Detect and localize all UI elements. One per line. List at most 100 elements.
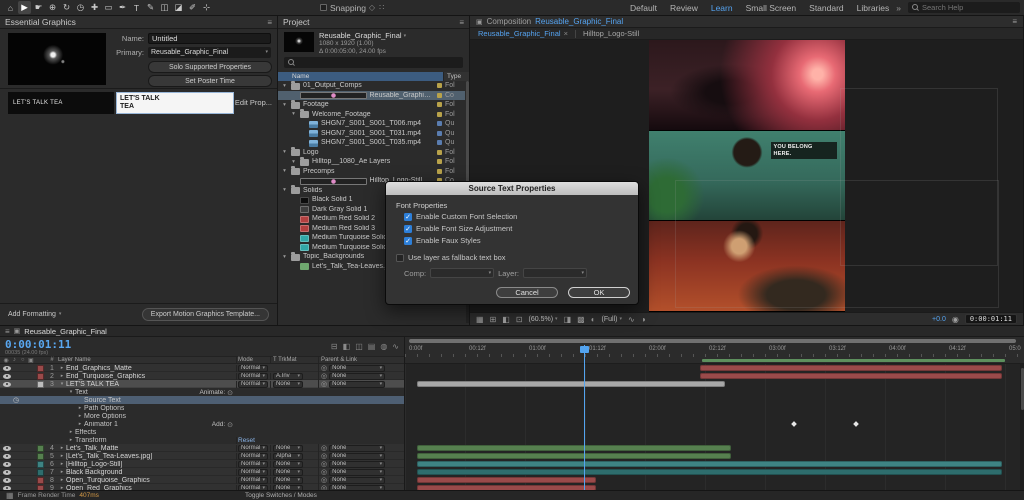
time-navigator-bar[interactable] (409, 339, 1016, 343)
layer-label-chip[interactable] (36, 476, 44, 484)
twirl-closed-icon[interactable]: ▸ (58, 477, 66, 483)
snap-edges-icon[interactable]: ◇ (369, 3, 375, 12)
label-color-chip[interactable] (437, 159, 442, 165)
twirl-closed-icon[interactable]: ▸ (76, 413, 84, 419)
timeline-property-row[interactable]: ◷ Source Text (0, 396, 404, 404)
layer-duration-bar[interactable] (417, 453, 731, 459)
project-item[interactable]: ▾ Logo Fol (278, 147, 465, 158)
pick-whip-icon[interactable]: ◎ (321, 444, 327, 452)
timeline-layer-row[interactable]: 5 ▸ [Let's_Talk_Tea-Leaves.jpg] Normal ▾ Alph… (0, 452, 404, 460)
timeline-track-row[interactable] (405, 404, 1020, 412)
frame-blending-icon[interactable]: ▤ (368, 342, 376, 351)
name-input[interactable] (148, 33, 271, 44)
label-color-chip[interactable] (437, 149, 442, 155)
exposure-icon[interactable]: ◑ (641, 315, 646, 324)
timeline-layer-row[interactable]: 8 ▸ Open_Turquoise_Graphics Normal ▾ None ▾ ◎ No… (0, 476, 404, 484)
twirl-closed-icon[interactable]: ▸ (58, 445, 66, 451)
timeline-track-row[interactable] (405, 380, 1020, 388)
target-icon[interactable]: ⊙ (227, 389, 233, 396)
viewer-tab-2[interactable]: Hilltop_Logo-Still (583, 29, 639, 38)
hand-tool-icon[interactable]: ☛ (32, 1, 45, 14)
twirl-closed-icon[interactable]: ▸ (58, 365, 66, 371)
motion-blur-icon[interactable]: ◍ (380, 342, 387, 351)
playhead-line[interactable] (584, 345, 585, 490)
timeline-track-row[interactable] (405, 428, 1020, 436)
keyframe-diamond[interactable] (791, 421, 798, 427)
layer-dropdown[interactable]: ▾ (522, 268, 587, 278)
timeline-track-row[interactable] (405, 468, 1020, 476)
safe-margins-icon[interactable]: ◨ (564, 315, 572, 324)
label-color-chip[interactable] (437, 92, 442, 98)
label-color-chip[interactable] (437, 102, 442, 108)
layer-duration-bar[interactable] (417, 469, 1002, 475)
camera-snapshot-icon[interactable]: ◉ (952, 315, 959, 324)
layer-label-chip[interactable] (36, 364, 44, 372)
mode-dropdown[interactable]: Normal ▾ (238, 444, 268, 452)
help-search-input[interactable] (922, 3, 1016, 12)
mode-dropdown[interactable]: Normal ▾ (238, 364, 268, 372)
project-item[interactable]: ▾ 01_Output_Comps Fol (278, 81, 465, 91)
snap-features-icon[interactable]: ∷ (379, 3, 384, 12)
timeline-track-row[interactable] (405, 476, 1020, 484)
visibility-eye-icon[interactable] (3, 453, 11, 459)
twirl-open-icon[interactable]: ▾ (67, 389, 75, 395)
home-icon[interactable]: ⌂ (4, 1, 17, 14)
workspace-tab-standard[interactable]: Standard (809, 3, 844, 13)
work-area-bar[interactable] (702, 359, 1006, 362)
animate-button[interactable]: Animate: ⊙ (199, 389, 233, 396)
twirl-closed-icon[interactable]: ▸ (58, 453, 66, 459)
workspace-tab-review[interactable]: Review (670, 3, 698, 13)
preview-quality-icon[interactable]: ▦ (476, 315, 484, 324)
draft-3d-icon[interactable]: ◧ (343, 342, 351, 351)
type-column-header[interactable]: Type (443, 72, 469, 81)
layer-label-chip[interactable] (36, 452, 44, 460)
mode-dropdown[interactable]: Normal ▾ (238, 380, 268, 388)
mode-dropdown[interactable]: Normal ▾ (238, 372, 268, 380)
visibility-eye-icon[interactable] (3, 469, 11, 475)
label-color-chip[interactable] (437, 83, 442, 89)
workspace-tab-learn[interactable]: Learn (711, 3, 733, 13)
orbit-tool-icon[interactable]: ↻ (60, 1, 73, 14)
visibility-eye-icon[interactable] (3, 445, 11, 451)
timeline-track-row[interactable] (405, 460, 1020, 468)
trkmat-dropdown[interactable]: A.Inv ▾ (273, 372, 303, 380)
project-item[interactable]: ▾ Welcome_Footage Fol (278, 109, 465, 120)
layer-name-column-header[interactable]: Layer Name (58, 357, 236, 363)
composition-tab-name[interactable]: Reusable_Graphic_Final (535, 17, 623, 26)
timeline-scrollbar[interactable] (1020, 364, 1024, 490)
twirl-closed-icon[interactable]: ▸ (58, 461, 66, 467)
trkmat-dropdown[interactable]: Alpha ▾ (273, 452, 303, 460)
timeline-ruler[interactable]: 0:00f 00:12f 01:00f 01:12f 02:00f 02:12f 03:00… (405, 345, 1024, 357)
pick-whip-icon[interactable]: ◎ (321, 380, 327, 388)
pick-whip-icon[interactable]: ◎ (321, 372, 327, 380)
label-color-chip[interactable] (437, 121, 442, 127)
twirl-open-icon[interactable]: ▾ (58, 381, 66, 387)
twirl-open-icon[interactable]: ▾ (281, 254, 288, 260)
mode-dropdown[interactable]: Normal ▾ (238, 468, 268, 476)
twirl-closed-icon[interactable]: ▸ (76, 405, 84, 411)
keyframe-diamond[interactable] (853, 421, 859, 427)
timeline-track-row[interactable] (405, 444, 1020, 452)
workspace-tab-default[interactable]: Default (630, 3, 657, 13)
brush-tool-icon[interactable]: ✎ (144, 1, 157, 14)
mode-dropdown[interactable]: Normal ▾ (238, 452, 268, 460)
layer-duration-bar[interactable] (417, 477, 596, 483)
parent-dropdown[interactable]: None ▾ (329, 364, 386, 372)
twirl-closed-icon[interactable]: ▸ (58, 469, 66, 475)
parent-dropdown[interactable]: None ▾ (329, 468, 386, 476)
add-button[interactable]: Add: ⊙ (212, 421, 233, 428)
visibility-eye-icon[interactable] (3, 373, 11, 379)
viewer-timecode[interactable]: 0:00:01:11 (964, 314, 1017, 324)
dialog-checkbox-row[interactable]: ✓ Enable Faux Styles (404, 236, 517, 245)
checkbox-unchecked-icon[interactable] (396, 253, 404, 262)
trkmat-dropdown[interactable]: None ▾ (273, 380, 303, 388)
hide-shy-layers-icon[interactable]: ◫ (355, 342, 363, 351)
timeline-property-row[interactable]: ▸ Transform Reset (0, 436, 404, 444)
project-item[interactable]: ▾ Hilltop__1080_Ae Layers Fol (278, 156, 465, 167)
layer-duration-bar[interactable] (417, 461, 1002, 467)
timeline-track-row[interactable] (405, 388, 1020, 396)
parent-dropdown[interactable]: None ▾ (329, 476, 386, 484)
panel-menu-icon[interactable]: ≡ (459, 18, 464, 27)
property-value-field[interactable]: LET'S TALK TEA (116, 92, 234, 114)
checkbox-checked-icon[interactable]: ✓ (404, 224, 412, 233)
